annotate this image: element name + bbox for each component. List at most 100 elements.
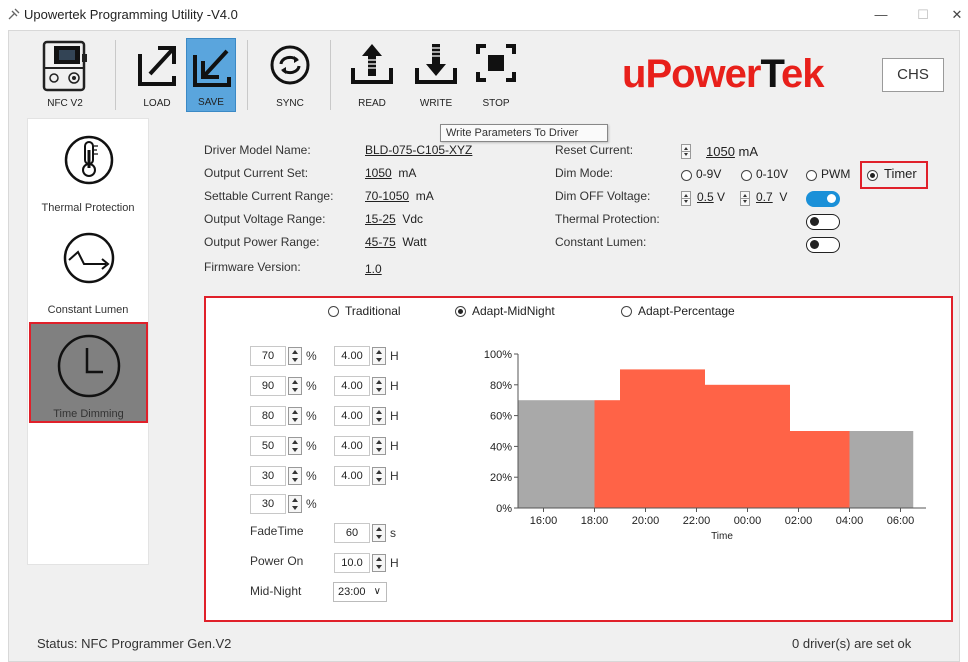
- dim-off-v1: 0.5 V: [697, 190, 726, 204]
- step-hours-input[interactable]: 4.00: [334, 376, 370, 396]
- step-percent-spinner[interactable]: [288, 495, 302, 513]
- sync-button[interactable]: SYNC: [265, 38, 315, 112]
- thermal-protection-toggle[interactable]: [806, 214, 840, 230]
- dim-off-v2-spinner[interactable]: [740, 191, 750, 206]
- dimming-chart: 0% 20% 40% 60% 80% 100% 16:00 18:00 20:00 22:00 00…: [484, 349, 926, 542]
- maximize-button[interactable]: ☐: [908, 4, 938, 26]
- dim-mode-0-9v-label: 0-9V: [696, 167, 722, 181]
- dim-mode-timer-radio[interactable]: [867, 170, 878, 181]
- power-on-input[interactable]: 10.0: [334, 553, 370, 573]
- fade-time-label: FadeTime: [250, 524, 304, 538]
- mode-adapt-percentage-label: Adapt-Percentage: [638, 304, 735, 318]
- nav-label: Thermal Protection: [41, 202, 135, 214]
- step-percent-spinner[interactable]: [288, 467, 302, 485]
- chart-bar: [705, 384, 790, 508]
- status-text: Status: NFC Programmer Gen.V2: [37, 636, 232, 651]
- power-on-spinner[interactable]: [372, 554, 386, 572]
- midnight-select[interactable]: 23:00 ∨: [333, 582, 387, 602]
- step-percent-input[interactable]: 90: [250, 376, 286, 396]
- mode-traditional-radio[interactable]: [328, 306, 339, 317]
- power-range-label: Output Power Range:: [204, 235, 320, 249]
- percent-unit: %: [306, 349, 317, 363]
- fade-time-unit: s: [390, 526, 396, 540]
- chart-x-tick-label: 00:00: [734, 515, 762, 527]
- step-percent-spinner[interactable]: [288, 437, 302, 455]
- reset-current-spinner[interactable]: [681, 144, 691, 159]
- dim-mode-pwm-radio[interactable]: [806, 170, 817, 181]
- nfc-label: NFC V2: [47, 98, 83, 109]
- step-percent-spinner[interactable]: [288, 407, 302, 425]
- firmware-value: 1.0: [365, 262, 382, 276]
- step-hours-spinner[interactable]: [372, 377, 386, 395]
- chevron-down-icon: ∨: [373, 586, 381, 597]
- step-hours-input[interactable]: 4.00: [334, 466, 370, 486]
- step-hours-spinner[interactable]: [372, 407, 386, 425]
- nav-item-thermal-protection[interactable]: Thermal Protection: [27, 122, 149, 218]
- step-percent-input[interactable]: 70: [250, 346, 286, 366]
- write-icon: [415, 44, 457, 84]
- step-hours-input[interactable]: 4.00: [334, 406, 370, 426]
- step-percent-input[interactable]: 30: [250, 494, 286, 514]
- fade-time-input[interactable]: 60: [334, 523, 370, 543]
- app-icon: [8, 8, 20, 20]
- step-percent-input[interactable]: 80: [250, 406, 286, 426]
- upowertek-logo: uPowerTek: [622, 52, 824, 96]
- hours-unit: H: [390, 409, 399, 423]
- driver-model-value: BLD-075-C105-XYZ: [365, 143, 473, 157]
- nav-item-time-dimming[interactable]: Time Dimming: [29, 322, 148, 423]
- chart-x-tick-label: 22:00: [683, 515, 711, 527]
- constant-lumen-label: Constant Lumen:: [555, 235, 647, 249]
- output-current-label: Output Current Set:: [204, 166, 309, 180]
- dim-off-v1-spinner[interactable]: [681, 191, 691, 206]
- read-icon: [351, 44, 393, 84]
- constant-lumen-icon: [63, 232, 115, 284]
- step-percent-spinner[interactable]: [288, 377, 302, 395]
- dim-off-voltage-label: Dim OFF Voltage:: [555, 189, 651, 203]
- language-button[interactable]: CHS: [882, 58, 944, 92]
- load-label: LOAD: [143, 98, 171, 109]
- step-hours-input[interactable]: 4.00: [334, 436, 370, 456]
- percent-unit: %: [306, 379, 317, 393]
- close-button[interactable]: ✕: [946, 4, 968, 26]
- chart-x-axis-label: Time: [711, 531, 733, 542]
- chart-y-tick-label: 80%: [490, 380, 512, 392]
- nav-label: Time Dimming: [53, 408, 124, 420]
- step-hours-spinner[interactable]: [372, 437, 386, 455]
- chart-x-tick-label: 18:00: [581, 515, 609, 527]
- step-hours-spinner[interactable]: [372, 347, 386, 365]
- chart-bar: [620, 369, 705, 508]
- dim-off-toggle[interactable]: [806, 191, 840, 207]
- percent-unit: %: [306, 439, 317, 453]
- fade-time-spinner[interactable]: [372, 524, 386, 542]
- dim-mode-0-9v-radio[interactable]: [681, 170, 692, 181]
- chart-x-tick-label: 02:00: [785, 515, 813, 527]
- nav-item-constant-lumen[interactable]: Constant Lumen: [27, 222, 149, 318]
- mode-adapt-midnight-radio[interactable]: [455, 306, 466, 317]
- step-percent-input[interactable]: 50: [250, 436, 286, 456]
- step-hours-input[interactable]: 4.00: [334, 346, 370, 366]
- stop-icon: [476, 44, 516, 82]
- nfc-button[interactable]: NFC V2: [40, 38, 90, 112]
- chart-bar: [594, 400, 620, 508]
- settable-range-label: Settable Current Range:: [204, 189, 334, 203]
- reset-current-label: Reset Current:: [555, 143, 634, 157]
- save-button[interactable]: SAVE: [186, 38, 236, 112]
- load-button[interactable]: LOAD: [133, 38, 181, 112]
- percent-unit: %: [306, 497, 317, 511]
- read-button[interactable]: READ: [346, 38, 398, 112]
- read-label: READ: [358, 98, 386, 109]
- percent-unit: %: [306, 469, 317, 483]
- thermometer-icon: [64, 135, 114, 185]
- minimize-button[interactable]: —: [866, 4, 896, 26]
- step-percent-input[interactable]: 30: [250, 466, 286, 486]
- step-hours-spinner[interactable]: [372, 467, 386, 485]
- stop-button[interactable]: STOP: [470, 38, 522, 112]
- write-button[interactable]: WRITE: [410, 38, 462, 112]
- chart-x-tick-label: 04:00: [836, 515, 864, 527]
- constant-lumen-toggle[interactable]: [806, 237, 840, 253]
- midnight-label: Mid-Night: [250, 584, 302, 598]
- dim-mode-0-10v-radio[interactable]: [741, 170, 752, 181]
- window-title: Upowertek Programming Utility -V4.0: [24, 7, 238, 22]
- step-percent-spinner[interactable]: [288, 347, 302, 365]
- mode-adapt-percentage-radio[interactable]: [621, 306, 632, 317]
